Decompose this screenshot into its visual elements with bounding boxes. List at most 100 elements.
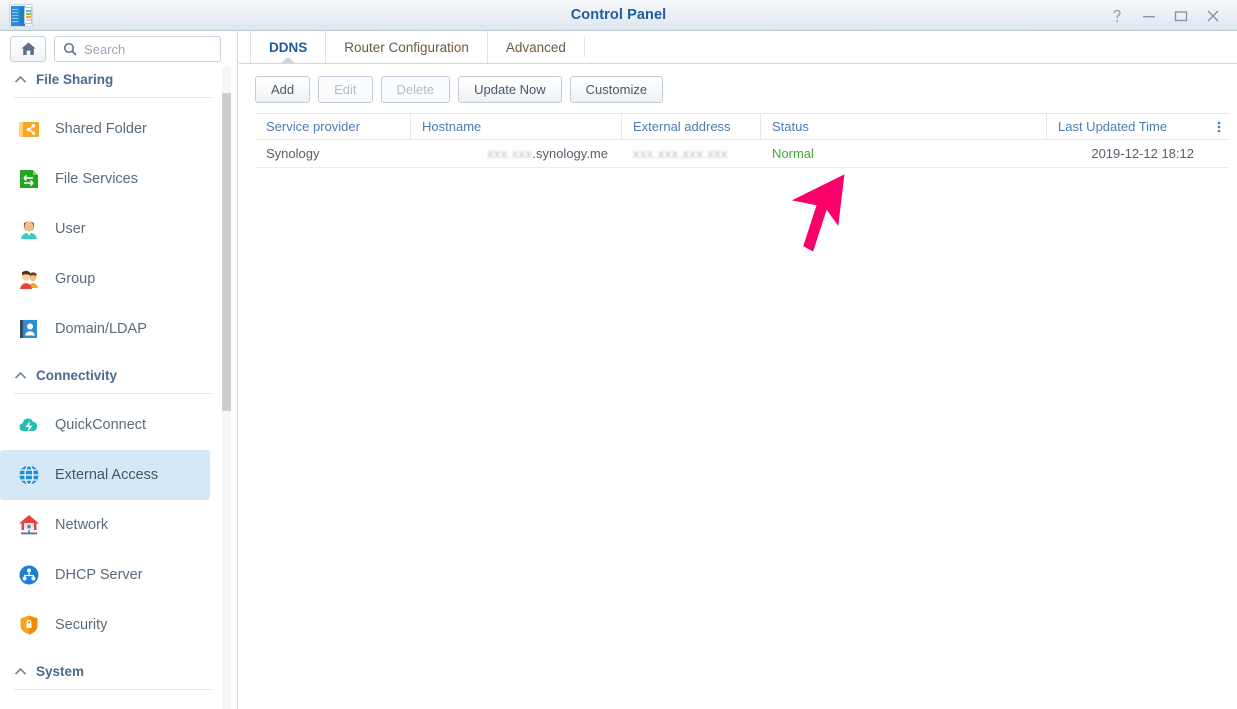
title-bar: Control Panel	[0, 0, 1237, 31]
button-label: Edit	[334, 82, 356, 97]
column-header-last-updated-time[interactable]: Last Updated Time	[1047, 114, 1210, 139]
sidebar-item-quickconnect[interactable]: QuickConnect	[0, 400, 210, 450]
dhcp-server-icon	[16, 562, 42, 588]
close-button[interactable]	[1197, 0, 1229, 31]
tab-label: Advanced	[506, 40, 566, 55]
help-button[interactable]	[1101, 0, 1133, 31]
external-access-icon	[16, 462, 42, 488]
section-divider	[14, 393, 212, 394]
ddns-table: Service provider Hostname External addre…	[255, 113, 1229, 168]
sidebar-top-bar: Search	[0, 31, 237, 66]
tab-bar: DDNS Router Configuration Advanced	[239, 31, 1237, 64]
window-controls	[1101, 0, 1229, 31]
tab-label: DDNS	[269, 40, 307, 55]
sidebar-item-label: File Services	[55, 171, 138, 187]
hostname-suffix: .synology.me	[532, 146, 608, 161]
section-divider	[14, 97, 212, 98]
shared-folder-icon	[16, 116, 42, 142]
button-label: Delete	[397, 82, 435, 97]
sidebar-scroll-area: File Sharing Shared Folder	[0, 66, 238, 709]
sidebar-item-group[interactable]: Group	[0, 254, 210, 304]
tab-router-configuration[interactable]: Router Configuration	[325, 31, 487, 63]
tab-label: Router Configuration	[344, 40, 469, 55]
sidebar-item-shared-folder[interactable]: Shared Folder	[0, 104, 210, 154]
chevron-up-icon	[14, 667, 27, 676]
tab-ddns[interactable]: DDNS	[250, 31, 325, 63]
search-icon	[63, 42, 77, 56]
search-input[interactable]: Search	[54, 36, 221, 62]
cell-hostname: xxx.xxx.synology.me	[411, 146, 622, 161]
column-options-icon[interactable]	[1210, 114, 1228, 139]
home-icon[interactable]	[10, 36, 46, 62]
main-content: DDNS Router Configuration Advanced Add E…	[239, 31, 1237, 709]
domain-ldap-icon	[16, 316, 42, 342]
control-panel-window: Control Panel	[0, 0, 1237, 709]
button-label: Add	[271, 82, 294, 97]
sidebar-item-label: User	[55, 221, 86, 237]
chevron-up-icon	[14, 75, 27, 84]
network-icon	[16, 512, 42, 538]
update-now-button[interactable]: Update Now	[458, 76, 562, 103]
section-divider	[14, 689, 212, 690]
cell-last-updated-time: 2019-12-12 18:12	[1047, 146, 1210, 161]
column-label: Last Updated Time	[1058, 119, 1167, 134]
maximize-button[interactable]	[1165, 0, 1197, 31]
status-badge: Normal	[772, 146, 814, 161]
button-label: Customize	[586, 82, 647, 97]
column-label: External address	[633, 119, 731, 134]
cell-service-provider: Synology	[255, 146, 411, 161]
column-header-hostname[interactable]: Hostname	[411, 114, 622, 139]
column-header-status[interactable]: Status	[761, 114, 1047, 139]
sidebar-item-label: Security	[55, 617, 107, 633]
column-label: Hostname	[422, 119, 481, 134]
chevron-up-icon	[14, 371, 27, 380]
column-label: Service provider	[266, 119, 360, 134]
toolbar: Add Edit Delete Update Now Customize	[239, 64, 1237, 113]
cell-external-address: xxx.xxx.xxx.xxx	[622, 146, 761, 161]
sidebar-section-connectivity[interactable]: Connectivity	[0, 362, 226, 389]
sidebar-item-domain-ldap[interactable]: Domain/LDAP	[0, 304, 210, 354]
sidebar-item-label: Shared Folder	[55, 121, 147, 137]
sidebar-item-user[interactable]: User	[0, 204, 210, 254]
search-placeholder: Search	[84, 42, 125, 57]
sidebar-item-file-services[interactable]: File Services	[0, 154, 210, 204]
column-label: Status	[772, 119, 809, 134]
sidebar-section-label: Connectivity	[36, 368, 117, 383]
sidebar-section-label: File Sharing	[36, 72, 113, 87]
external-address-value: xxx.xxx.xxx.xxx	[633, 146, 728, 161]
sidebar-item-label: External Access	[55, 467, 158, 483]
sidebar-section-label: System	[36, 664, 84, 679]
active-tab-indicator	[280, 57, 296, 64]
sidebar-item-security[interactable]: Security	[0, 600, 210, 650]
edit-button: Edit	[318, 76, 372, 103]
sidebar-item-network[interactable]: Network	[0, 500, 210, 550]
sidebar-nav: File Sharing Shared Folder	[0, 66, 226, 709]
table-header-row: Service provider Hostname External addre…	[255, 113, 1229, 140]
hostname-redacted-prefix: xxx.xxx	[487, 146, 532, 161]
table-row[interactable]: Synology xxx.xxx.synology.me xxx.xxx.xxx…	[255, 140, 1229, 168]
group-icon	[16, 266, 42, 292]
cell-status: Normal	[761, 146, 1047, 161]
file-services-icon	[16, 166, 42, 192]
delete-button: Delete	[381, 76, 451, 103]
sidebar: Search File Sharing	[0, 31, 238, 709]
sidebar-item-label: Network	[55, 517, 108, 533]
customize-button[interactable]: Customize	[570, 76, 663, 103]
sidebar-item-label: Group	[55, 271, 95, 287]
security-icon	[16, 612, 42, 638]
sidebar-section-system[interactable]: System	[0, 658, 226, 685]
sidebar-item-label: QuickConnect	[55, 417, 146, 433]
tab-bar-end-divider	[584, 37, 585, 57]
sidebar-item-info-center[interactable]: Info Center	[0, 696, 210, 709]
column-header-external-address[interactable]: External address	[622, 114, 761, 139]
minimize-button[interactable]	[1133, 0, 1165, 31]
sidebar-item-external-access[interactable]: External Access	[0, 450, 210, 500]
user-icon	[16, 216, 42, 242]
add-button[interactable]: Add	[255, 76, 310, 103]
button-label: Update Now	[474, 82, 546, 97]
column-header-service-provider[interactable]: Service provider	[255, 114, 411, 139]
quickconnect-icon	[16, 412, 42, 438]
tab-advanced[interactable]: Advanced	[487, 31, 584, 63]
sidebar-section-file-sharing[interactable]: File Sharing	[0, 66, 226, 93]
sidebar-item-dhcp-server[interactable]: DHCP Server	[0, 550, 210, 600]
